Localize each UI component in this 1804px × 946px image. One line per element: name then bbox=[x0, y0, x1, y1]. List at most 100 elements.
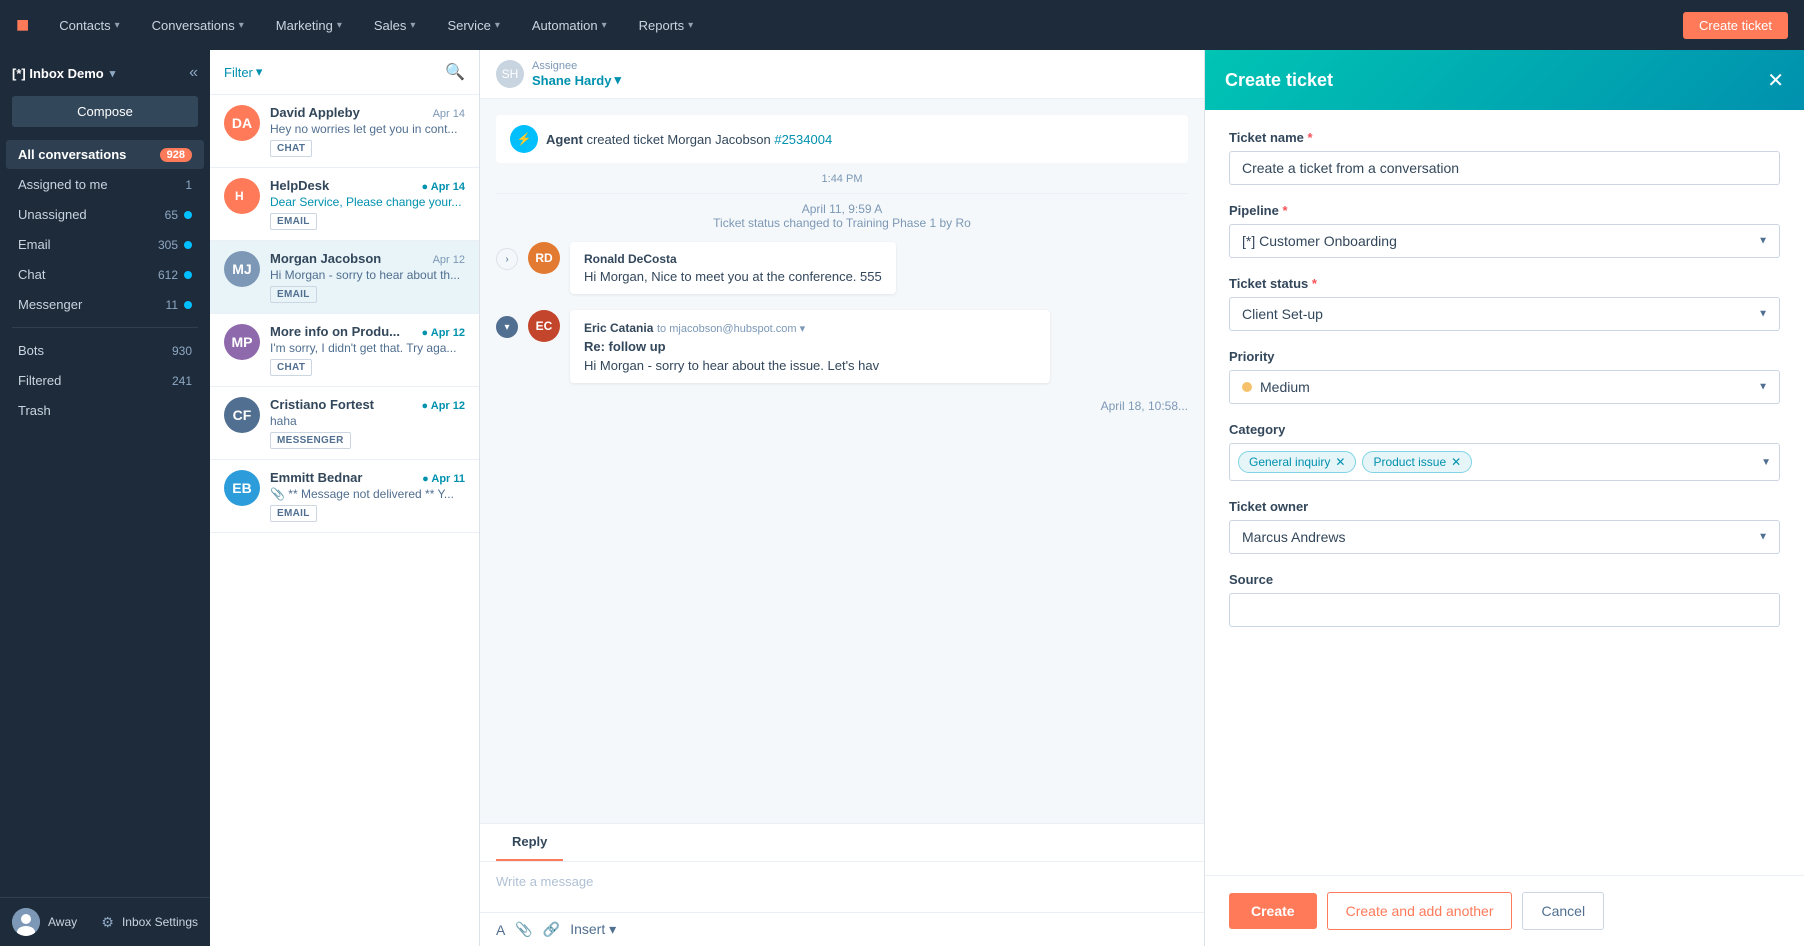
message-time: 1:44 PM bbox=[496, 173, 1188, 185]
paperclip-icon[interactable]: 🔗 bbox=[543, 921, 560, 938]
expand-message-button[interactable]: › bbox=[496, 248, 518, 270]
create-ticket-nav-button[interactable]: Create ticket bbox=[1683, 12, 1788, 39]
sidebar-item-all-conversations[interactable]: All conversations 928 bbox=[6, 140, 204, 169]
source-field: Source bbox=[1229, 572, 1780, 627]
avatar: SH bbox=[496, 60, 524, 88]
panel-footer: Create Create and add another Cancel bbox=[1205, 875, 1804, 946]
conv-list-header: Filter ▾ 🔍 bbox=[210, 50, 479, 95]
filter-button[interactable]: Filter ▾ bbox=[224, 64, 262, 80]
tab-reply[interactable]: Reply bbox=[496, 824, 563, 861]
nav-automation[interactable]: Automation ▾ bbox=[520, 12, 619, 39]
compose-button[interactable]: Compose bbox=[12, 96, 198, 127]
nav-contacts[interactable]: Contacts ▾ bbox=[47, 12, 131, 39]
conv-name: More info on Produ... bbox=[270, 324, 400, 339]
ticket-status-label: Ticket status * bbox=[1229, 276, 1780, 291]
conv-name: David Appleby bbox=[270, 105, 360, 120]
list-item[interactable]: DA David Appleby Apr 14 Hey no worries l… bbox=[210, 95, 479, 168]
conv-tag: EMAIL bbox=[270, 505, 317, 522]
ticket-link[interactable]: #2534004 bbox=[774, 132, 832, 147]
collapse-sidebar-icon[interactable]: « bbox=[189, 64, 198, 82]
user-status-label[interactable]: Away bbox=[48, 915, 77, 929]
inbox-settings-label[interactable]: Inbox Settings bbox=[122, 915, 198, 929]
conv-name: Cristiano Fortest bbox=[270, 397, 374, 412]
sidebar-item-messenger[interactable]: Messenger 11 bbox=[6, 290, 204, 319]
close-panel-button[interactable]: ✕ bbox=[1767, 68, 1784, 93]
message-item: ▾ EC Eric Catania to mjacobson@hubspot.c… bbox=[496, 310, 1188, 383]
msg-text: Hi Morgan, Nice to meet you at the confe… bbox=[584, 269, 882, 284]
ticket-owner-field: Ticket owner Marcus Andrews bbox=[1229, 499, 1780, 554]
status-change-msg: April 11, 9:59 ATicket status changed to… bbox=[496, 202, 1188, 230]
user-avatar bbox=[12, 908, 40, 936]
nav-reports[interactable]: Reports ▾ bbox=[627, 12, 706, 39]
msg-text: Hi Morgan - sorry to hear about the issu… bbox=[584, 358, 1036, 373]
sidebar-item-filtered[interactable]: Filtered 241 bbox=[6, 366, 204, 395]
conv-date: Apr 14 bbox=[433, 108, 465, 120]
ticket-owner-select[interactable]: Marcus Andrews bbox=[1229, 520, 1780, 554]
create-ticket-panel: Create ticket ✕ Ticket name * Pipeline * bbox=[1204, 50, 1804, 946]
sidebar-item-chat[interactable]: Chat 612 bbox=[6, 260, 204, 289]
left-sidebar: [*] Inbox Demo ▾ « Compose All conversat… bbox=[0, 50, 210, 946]
conv-name: HelpDesk bbox=[270, 178, 329, 193]
chevron-down-icon: ▾ bbox=[614, 72, 621, 88]
font-button[interactable]: A bbox=[496, 922, 505, 938]
conv-preview: 📎 ** Message not delivered ** Y... bbox=[270, 487, 465, 501]
settings-icon[interactable]: ⚙ bbox=[101, 914, 114, 931]
sidebar-item-email[interactable]: Email 305 bbox=[6, 230, 204, 259]
list-item[interactable]: MJ Morgan Jacobson Apr 12 Hi Morgan - so… bbox=[210, 241, 479, 314]
msg-to: to mjacobson@hubspot.com ▾ bbox=[657, 323, 805, 335]
avatar: CF bbox=[224, 397, 260, 433]
conv-tag: EMAIL bbox=[270, 286, 317, 303]
source-input[interactable] bbox=[1229, 593, 1780, 627]
create-add-another-button[interactable]: Create and add another bbox=[1327, 892, 1513, 930]
expand-message-button[interactable]: ▾ bbox=[496, 316, 518, 338]
conv-date: Apr 12 bbox=[433, 254, 465, 266]
priority-field: Priority Medium bbox=[1229, 349, 1780, 404]
panel-title: Create ticket bbox=[1225, 70, 1333, 91]
avatar: MP bbox=[224, 324, 260, 360]
ticket-name-input[interactable] bbox=[1229, 151, 1780, 185]
create-button[interactable]: Create bbox=[1229, 893, 1317, 929]
chevron-down-icon: ▾ bbox=[410, 20, 415, 31]
conv-preview: Dear Service, Please change your... bbox=[270, 195, 465, 209]
insert-button[interactable]: Insert ▾ bbox=[570, 921, 616, 938]
conv-date: ● Apr 12 bbox=[421, 400, 465, 412]
nav-service[interactable]: Service ▾ bbox=[435, 12, 511, 39]
conversation-main: SH Assignee Shane Hardy ▾ ⚡ Agent create… bbox=[480, 50, 1204, 946]
sidebar-item-trash[interactable]: Trash bbox=[6, 396, 204, 425]
chevron-down-icon: ▾ bbox=[115, 20, 120, 31]
list-item[interactable]: EB Emmitt Bednar ● Apr 11 📎 ** Message n… bbox=[210, 460, 479, 533]
message-truncated: ⚡ Agent created ticket Morgan Jacobson #… bbox=[496, 115, 1188, 163]
pipeline-select[interactable]: [*] Customer Onboarding bbox=[1229, 224, 1780, 258]
reply-input[interactable]: Write a message bbox=[480, 862, 1204, 912]
sidebar-item-assigned-to-me[interactable]: Assigned to me 1 bbox=[6, 170, 204, 199]
conversation-list: Filter ▾ 🔍 DA David Appleby Apr 14 Hey n… bbox=[210, 50, 480, 946]
nav-marketing[interactable]: Marketing ▾ bbox=[264, 12, 354, 39]
priority-select[interactable]: Medium bbox=[1229, 370, 1780, 404]
sidebar-item-unassigned[interactable]: Unassigned 65 bbox=[6, 200, 204, 229]
sidebar-item-bots[interactable]: Bots 930 bbox=[6, 336, 204, 365]
remove-tag-general-inquiry[interactable]: ✕ bbox=[1335, 455, 1345, 469]
assignee-name[interactable]: Shane Hardy ▾ bbox=[532, 72, 621, 88]
chevron-down-icon: ▾ bbox=[239, 20, 244, 31]
nav-conversations[interactable]: Conversations ▾ bbox=[140, 12, 256, 39]
conv-name: Emmitt Bednar bbox=[270, 470, 362, 485]
sidebar-nav: All conversations 928 Assigned to me 1 U… bbox=[0, 139, 210, 897]
category-select[interactable]: General inquiry ✕ Product issue ✕ ▼ bbox=[1229, 443, 1780, 481]
msg-subject: Re: follow up bbox=[584, 339, 1036, 354]
list-item[interactable]: H HelpDesk ● Apr 14 Dear Service, Please… bbox=[210, 168, 479, 241]
ticket-status-select[interactable]: Client Set-up bbox=[1229, 297, 1780, 331]
ticket-name-field: Ticket name * bbox=[1229, 130, 1780, 185]
conv-tag: MESSENGER bbox=[270, 432, 351, 449]
nav-sales[interactable]: Sales ▾ bbox=[362, 12, 428, 39]
msg-sender: Ronald DeCosta bbox=[584, 252, 882, 266]
search-button[interactable]: 🔍 bbox=[445, 62, 465, 82]
attachment-icon[interactable]: 📎 bbox=[515, 921, 532, 938]
list-item[interactable]: CF Cristiano Fortest ● Apr 12 haha MESSE… bbox=[210, 387, 479, 460]
chevron-down-icon: ▾ bbox=[495, 20, 500, 31]
main-layout: [*] Inbox Demo ▾ « Compose All conversat… bbox=[0, 50, 1804, 946]
conv-header: SH Assignee Shane Hardy ▾ bbox=[480, 50, 1204, 99]
avatar: EC bbox=[528, 310, 560, 342]
remove-tag-product-issue[interactable]: ✕ bbox=[1451, 455, 1461, 469]
cancel-button[interactable]: Cancel bbox=[1522, 892, 1604, 930]
list-item[interactable]: MP More info on Produ... ● Apr 12 I'm so… bbox=[210, 314, 479, 387]
